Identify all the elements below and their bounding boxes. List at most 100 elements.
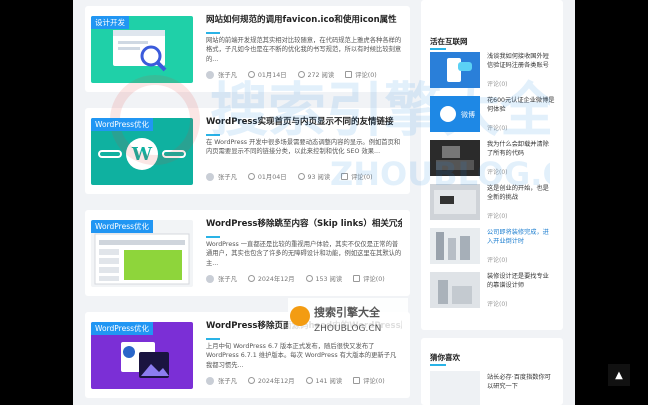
article-thumbnail[interactable]: WordPress优化 [91,322,193,389]
article-title[interactable]: WordPress移除跳至内容（Skip links）相关冗余JS代码 [206,218,402,230]
sidebar-item-title[interactable]: 这是创业的开始，也是全新的挑战 [487,184,555,202]
post-date: 01月04日 [257,174,287,181]
svg-text:微博: 微博 [461,110,475,119]
comment-count[interactable]: 评论(0) [351,172,373,181]
clock-icon [247,71,255,78]
view-count: 93 阅读 [307,174,331,181]
article-meta: 张子凡 2024年12月 153 阅读 评论(0) [206,274,402,283]
author-name[interactable]: 张子凡 [218,376,237,385]
heading-underline [430,48,446,50]
eye-icon [297,173,305,180]
article-title[interactable]: WordPress移除页面源码head中的WordPress版本号 [206,320,402,332]
article-title[interactable]: WordPress实现首页与内页显示不同的友情链接 [206,116,402,128]
sidebar-item[interactable]: 微博 花600元认证企业微博是何体验 评论(0) [430,96,555,134]
category-tag[interactable]: WordPress优化 [91,118,154,131]
comment-icon [345,71,353,78]
article-excerpt: WordPress 一直都还是比较的重视用户体验，其实不仅仅是正常的普通用户，其… [206,241,402,267]
author-name[interactable]: 张子凡 [218,274,237,283]
post-date: 2024年12月 [257,378,295,385]
category-tag[interactable]: 设计开发 [91,16,129,29]
article-excerpt: 网站的前端开发规范其实相对比较随意，在代码规范上雅虎各种各样的格式，子凡如今也是… [206,37,402,63]
post-date: 2024年12月 [257,276,295,283]
eye-icon [305,275,313,282]
article-card[interactable]: WordPress优化 W WordPress实现首页与内页显示不同的友情链接 … [85,108,410,194]
sidebar-item-title[interactable]: 公司即将装修完成，进入开业倒计时 [487,228,555,246]
article-meta: 张子凡 01月14日 272 阅读 评论(0) [206,70,402,79]
article-card[interactable]: 设计开发 网站如何规范的调用favicon.ico和使用icon属性 网站的前端… [85,6,410,92]
article-thumbnail[interactable]: WordPress优化 W [91,118,193,185]
avatar [206,376,214,385]
keyboard-photo-icon [436,146,474,170]
view-count: 141 阅读 [315,378,343,385]
view-count: 272 阅读 [307,72,335,79]
right-gutter [575,0,648,405]
sidebar-item[interactable]: 这是创业的开始，也是全新的挑战 评论(0) [430,184,555,222]
left-gutter [0,0,73,405]
article-title[interactable]: 网站如何规范的调用favicon.ico和使用icon属性 [206,14,402,26]
post-date: 01月14日 [257,72,287,79]
sidebar-item-title[interactable]: 我为什么会卸载并清除了所有的代码 [487,140,555,158]
article-meta: 张子凡 2024年12月 141 阅读 评论(0) [206,376,402,385]
article-excerpt: 在 WordPress 开发中很多场景需要动态调整内容的显示。例如首页和内页需要… [206,139,401,156]
article-excerpt: 上月中旬 WordPress 6.7 版本正式发布，随后很快又发布了 WordP… [206,343,397,369]
clock-icon [247,173,255,180]
sidebar-item-comments: 评论(0) [487,257,508,264]
article-thumbnail[interactable]: WordPress优化 [91,220,193,287]
title-underline [206,338,220,340]
eye-icon [297,71,305,78]
author-name[interactable]: 张子凡 [218,70,237,79]
title-underline [206,236,220,238]
sidebar-thumbnail[interactable] [430,184,480,220]
phone-sms-icon [447,58,472,82]
back-to-top-button[interactable]: ▲ [608,364,630,386]
guess-you-like-widget: 猜你喜欢 站长必存·百度指数你可以研究一下 [421,338,563,405]
view-count: 153 阅读 [315,276,343,283]
guess-item-title[interactable]: 站长必存·百度指数你可以研究一下 [487,373,555,391]
comment-count[interactable]: 评论(0) [363,274,385,283]
avatar [206,70,214,79]
sidebar-thumbnail[interactable]: 微博 [430,96,480,132]
sidebar-heading: 活在互联网 [430,37,468,46]
sidebar-item-comments: 评论(0) [487,125,508,132]
sidebar-item-comments: 评论(0) [487,301,508,308]
sidebar-widget: 活在互联网 浅谈我如何接收国外短信验证码注册各类账号 评论(0) 微博 花600… [421,0,563,330]
article-card[interactable]: WordPress优化 WordPress移除跳至内容（Skip links）相… [85,210,410,296]
heading-underline [430,364,446,366]
office-photo-icon [434,190,476,214]
comment-count[interactable]: 评论(0) [363,376,385,385]
sidebar-thumbnail[interactable] [430,52,480,88]
arrow-up-icon: ▲ [615,369,623,381]
article-meta: 张子凡 01月04日 93 阅读 评论(0) [206,172,402,181]
svg-text:W: W [131,144,153,165]
sidebar-thumbnail[interactable] [430,272,480,308]
sidebar-item-comments: 评论(0) [487,213,508,220]
article-card[interactable]: WordPress优化 WordPress移除页面源码head中的WordPre… [85,312,410,398]
interior-photo-icon [438,280,472,304]
sidebar-item-title[interactable]: 花600元认证企业微博是何体验 [487,96,555,114]
author-name[interactable]: 张子凡 [218,172,237,181]
clock-icon [247,377,255,384]
category-tag[interactable]: WordPress优化 [91,220,154,233]
comment-icon [353,377,361,384]
sidebar-thumbnail[interactable] [430,140,480,176]
guess-thumbnail[interactable] [430,371,480,405]
title-underline [206,134,220,136]
sidebar-item[interactable]: 浅谈我如何接收国外短信验证码注册各类账号 评论(0) [430,52,555,90]
category-tag[interactable]: WordPress优化 [91,322,154,335]
sidebar-thumbnail[interactable] [430,228,480,264]
sidebar-item-title[interactable]: 装修设计还是要找专业的靠谱设计师 [487,272,555,290]
sidebar-item[interactable]: 我为什么会卸载并清除了所有的代码 评论(0) [430,140,555,178]
avatar [206,172,214,181]
sidebar-item-title[interactable]: 浅谈我如何接收国外短信验证码注册各类账号 [487,52,555,70]
comment-icon [341,173,349,180]
eye-icon [305,377,313,384]
sidebar-item[interactable]: 公司即将装修完成，进入开业倒计时 评论(0) [430,228,555,266]
article-thumbnail[interactable]: 设计开发 [91,16,193,83]
clock-icon [247,275,255,282]
comment-count[interactable]: 评论(0) [355,70,377,79]
weibo-icon: 微博 [440,106,475,122]
article-list: 设计开发 网站如何规范的调用favicon.ico和使用icon属性 网站的前端… [85,0,410,405]
building-photo-icon [436,232,470,260]
sidebar-item[interactable]: 装修设计还是要找专业的靠谱设计师 评论(0) [430,272,555,310]
guess-heading: 猜你喜欢 [430,353,460,362]
